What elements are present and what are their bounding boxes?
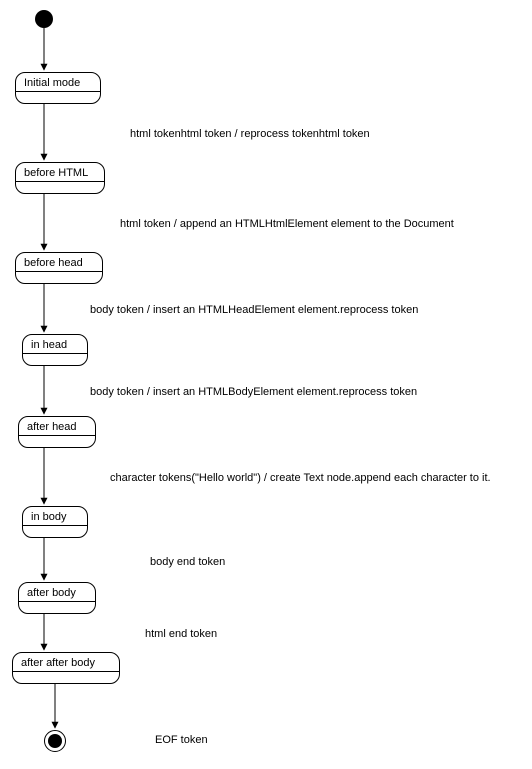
initial-pseudostate xyxy=(35,10,53,28)
state-label: after head xyxy=(27,421,87,433)
state-after-body: after body xyxy=(18,582,96,614)
state-label: in head xyxy=(31,339,79,351)
transition-label: character tokens("Hello world") / create… xyxy=(110,472,491,484)
state-label: after body xyxy=(27,587,87,599)
state-initial-mode: Initial mode xyxy=(15,72,101,104)
state-label: after after body xyxy=(21,657,111,669)
transition-label: html end token xyxy=(145,628,217,640)
state-label: before head xyxy=(24,257,94,269)
state-before-html: before HTML xyxy=(15,162,105,194)
transition-label: EOF token xyxy=(155,734,208,746)
state-in-body: in body xyxy=(22,506,88,538)
transition-label: body token / insert an HTMLHeadElement e… xyxy=(90,304,418,316)
transition-label: html tokenhtml token / reprocess tokenht… xyxy=(130,128,370,140)
transition-label: body end token xyxy=(150,556,225,568)
state-label: in body xyxy=(31,511,79,523)
state-label: before HTML xyxy=(24,167,96,179)
state-label: Initial mode xyxy=(24,77,92,89)
state-after-head: after head xyxy=(18,416,96,448)
state-after-after-body: after after body xyxy=(12,652,120,684)
transition-label: html token / append an HTMLHtmlElement e… xyxy=(120,218,454,230)
transition-label: body token / insert an HTMLBodyElement e… xyxy=(90,386,417,398)
state-before-head: before head xyxy=(15,252,103,284)
state-in-head: in head xyxy=(22,334,88,366)
state-diagram: Initial mode html tokenhtml token / repr… xyxy=(0,0,532,769)
final-pseudostate xyxy=(44,730,66,752)
